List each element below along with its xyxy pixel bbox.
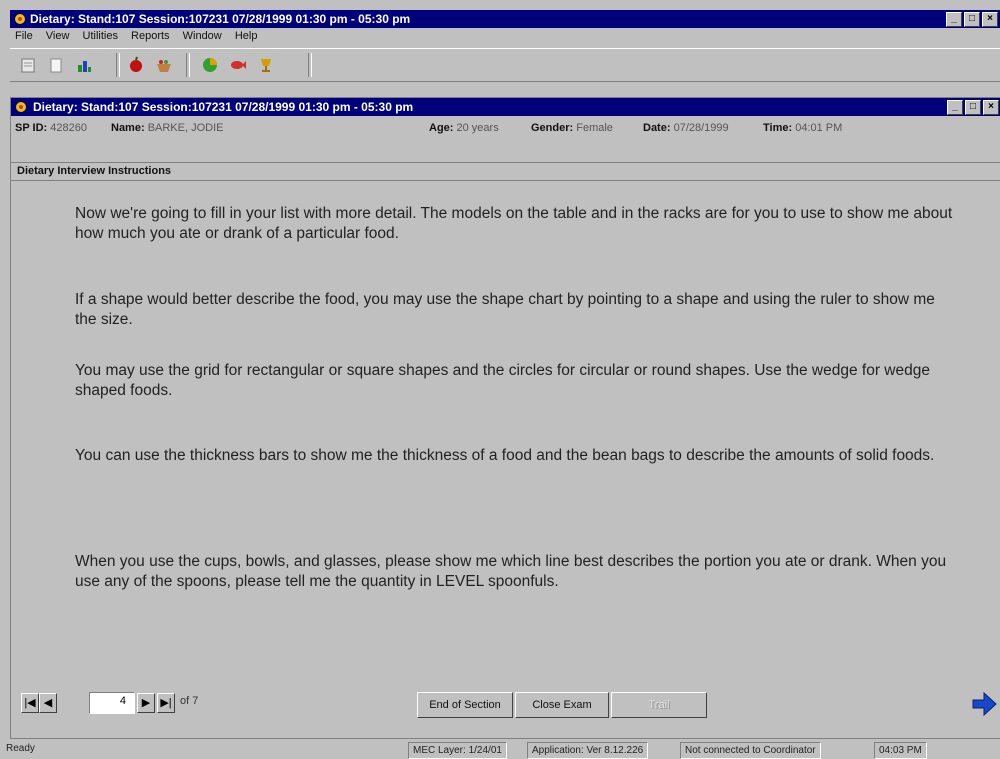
last-page-button[interactable]: ▶|: [157, 693, 175, 713]
instruction-paragraph: When you use the cups, bowls, and glasse…: [75, 553, 947, 590]
section-header: Dietary Interview Instructions: [11, 162, 1000, 181]
age-label: Age:: [429, 122, 454, 134]
basket-icon[interactable]: [154, 55, 174, 75]
toolbar: [10, 48, 1000, 82]
date-label: Date:: [643, 122, 671, 134]
status-mec-layer: MEC Layer: 1/24/01: [408, 742, 507, 759]
section-title: Dietary Interview Instructions: [17, 165, 172, 177]
menu-file[interactable]: File: [10, 28, 38, 42]
status-clock: 04:03 PM: [874, 742, 927, 759]
spid-value: 428260: [50, 122, 87, 134]
menu-help[interactable]: Help: [230, 28, 263, 42]
main-title-bar: Dietary: Stand:107 Session:107231 07/28/…: [10, 10, 1000, 28]
child-maximize-button[interactable]: □: [965, 100, 981, 115]
maximize-button[interactable]: □: [964, 12, 980, 27]
child-window: Dietary: Stand:107 Session:107231 07/28/…: [10, 97, 1000, 739]
menu-view[interactable]: View: [41, 28, 75, 42]
name-label: Name:: [111, 122, 145, 134]
window-title: Dietary: Stand:107 Session:107231 07/28/…: [30, 12, 411, 26]
gender-label: Gender:: [531, 122, 574, 134]
close-exam-button[interactable]: Close Exam: [515, 692, 609, 718]
gender-value: Female: [576, 122, 613, 134]
name-value: BARKE, JODIE: [147, 122, 224, 134]
menu-reports[interactable]: Reports: [126, 28, 175, 42]
status-app-version: Application: Ver 8.12.226: [527, 742, 649, 759]
fish-icon[interactable]: [228, 55, 248, 75]
date-value: 07/28/1999: [673, 122, 729, 134]
instruction-paragraph: If a shape would better describe the foo…: [75, 291, 935, 328]
time-value: 04:01 PM: [795, 122, 843, 134]
child-minimize-button[interactable]: _: [947, 100, 963, 115]
pie-icon[interactable]: [200, 55, 220, 75]
instruction-paragraph: You can use the thickness bars to show m…: [75, 447, 935, 464]
trophy-icon[interactable]: [256, 55, 276, 75]
next-page-button[interactable]: ▶: [137, 693, 155, 713]
app-icon: [15, 14, 25, 24]
participant-info-bar: SP ID: 428260 Name: BARKE, JODIE Age: 20…: [11, 118, 1000, 138]
instruction-paragraph: Now we're going to fill in your list wit…: [75, 205, 953, 242]
status-ready: Ready: [6, 743, 35, 754]
app-icon: [16, 102, 26, 112]
instruction-paragraph: You may use the grid for rectangular or …: [75, 362, 930, 399]
menu-bar: File View Utilities Reports Window Help: [10, 28, 1000, 46]
next-arrow-icon[interactable]: [969, 689, 999, 719]
first-page-button[interactable]: |◀: [21, 693, 39, 713]
child-title-bar: Dietary: Stand:107 Session:107231 07/28/…: [11, 98, 1000, 116]
status-bar: Ready MEC Layer: 1/24/01 Application: Ve…: [0, 741, 1000, 759]
end-of-section-button[interactable]: End of Section: [417, 692, 513, 718]
close-button[interactable]: ×: [982, 12, 998, 27]
minimize-button[interactable]: _: [946, 12, 962, 27]
menu-window[interactable]: Window: [178, 28, 227, 42]
page-count-label: of 7: [180, 695, 199, 707]
notepad-icon[interactable]: [18, 55, 38, 75]
page-number-field[interactable]: 4: [89, 692, 135, 714]
prev-page-button[interactable]: ◀: [39, 693, 57, 713]
navigation-bar: |◀ ◀ 4 ▶ ▶| of 7 End of Section Close Ex…: [11, 683, 1000, 723]
status-coordinator: Not connected to Coordinator: [680, 742, 821, 759]
age-value: 20 years: [456, 122, 499, 134]
page-icon[interactable]: [46, 55, 66, 75]
child-window-title: Dietary: Stand:107 Session:107231 07/28/…: [33, 100, 414, 114]
spid-label: SP ID:: [15, 122, 48, 134]
time-label: Time:: [763, 122, 793, 134]
menu-utilities[interactable]: Utilities: [78, 28, 123, 42]
page-number-value: 4: [119, 695, 126, 707]
disabled-button[interactable]: Trail: [611, 692, 707, 718]
child-close-button[interactable]: ×: [983, 100, 999, 115]
chart-icon[interactable]: [74, 55, 94, 75]
apple-icon[interactable]: [126, 55, 146, 75]
